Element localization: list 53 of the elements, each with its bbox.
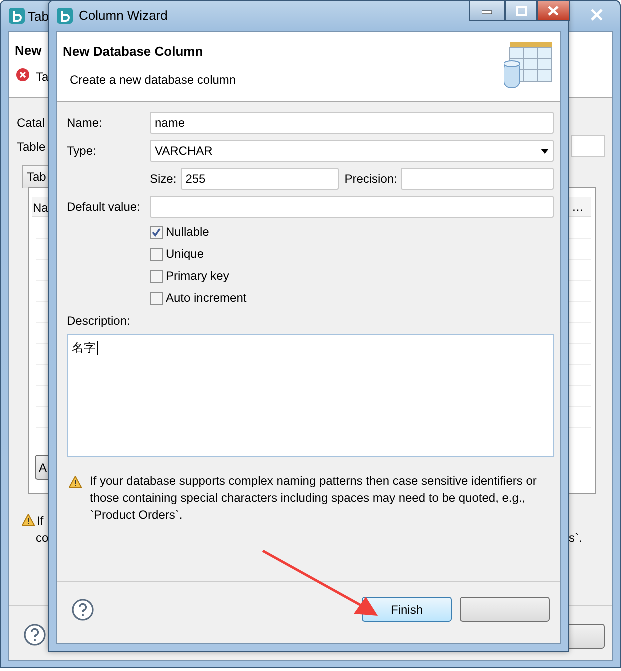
checkbox[interactable] [150,292,163,304]
field-label: Table [17,139,46,156]
window-title: Column Wizard [79,7,168,26]
caret-icon [541,148,549,154]
header-description: Create a new database column [69,72,236,88]
app-icon [9,8,25,24]
field-label: Default value: [67,199,142,216]
warning-text: If your database supports complex naming patterns then case sensitive identifiers or those containing special characters including spaces may need to be quoted, e.g., `Product Orders`. [90,473,538,524]
checkbox[interactable] [150,270,163,282]
description-field[interactable]: 名字 [67,334,554,457]
help-icon[interactable] [24,624,46,646]
close-icon [548,6,559,16]
checkbox-label: Primary key [166,268,230,285]
field-label: Size: [150,171,177,188]
header-title: New Database Column [63,43,204,61]
dropdown-value: VARCHAR [155,143,213,160]
maximize-icon [516,6,526,16]
field-value: 名字 [72,341,98,355]
field-label: Catal [17,115,46,132]
field-label: Type: [67,143,98,160]
button[interactable] [460,597,550,622]
checkbox-label: Auto increment [166,290,247,307]
warning-text: s`. [569,530,582,547]
close-button[interactable] [537,1,570,21]
warning-icon [69,476,82,488]
error-icon [16,68,30,82]
minimize-button[interactable] [469,1,505,21]
error-message: Ta [36,69,49,86]
database-table-icon [504,42,554,90]
window-title: Tab [28,8,49,26]
app-icon [57,8,73,24]
column-header-text: … [572,199,584,216]
field-label: Description: [67,313,132,330]
help-icon[interactable] [72,598,94,620]
header-title: New [15,42,42,60]
finish-button[interactable]: Finish [362,597,452,622]
warning-text: If [37,513,44,530]
column-header-text: Na [33,200,48,217]
size-field[interactable]: 255 [180,168,339,190]
checkbox-label: Nullable [166,224,210,241]
field-label: Precision: [344,171,398,188]
name-field[interactable]: name [150,112,554,134]
checkbox-label: Unique [166,246,204,263]
maximize-button[interactable] [505,1,537,21]
text-field[interactable] [571,135,605,157]
precision-field[interactable] [401,168,554,190]
default-value-field[interactable] [150,196,554,218]
warning-icon [22,514,35,526]
checkbox[interactable] [150,226,163,238]
checkbox[interactable] [150,248,163,260]
warning-text: co [36,530,49,547]
type-dropdown[interactable]: VARCHAR [150,140,554,162]
field-label: Name: [67,115,104,132]
